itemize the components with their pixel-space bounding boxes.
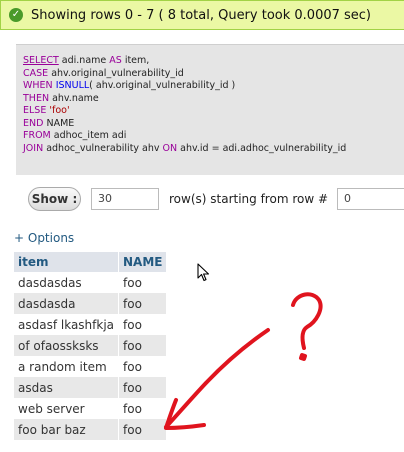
sql-line: SELECT adi.name AS item, bbox=[23, 55, 346, 68]
table-row[interactable]: a random item foo bbox=[14, 356, 168, 377]
sql-token: WHEN bbox=[23, 80, 53, 91]
cell-item: foo bar baz bbox=[14, 419, 120, 440]
sql-token: ELSE bbox=[23, 105, 47, 116]
success-message-text: Showing rows 0 - 7 ( 8 total, Query took… bbox=[31, 8, 372, 23]
mouse-pointer-icon bbox=[197, 263, 210, 282]
sql-line: CASE ahv.original_vulnerability_id bbox=[23, 68, 346, 81]
table-row[interactable]: foo bar baz foo bbox=[14, 419, 168, 440]
cell-name: foo bbox=[118, 419, 168, 440]
sql-token: 'foo' bbox=[49, 105, 70, 116]
sql-token: JOIN bbox=[23, 142, 44, 154]
sql-line: FROM adhoc_item adi bbox=[23, 130, 346, 143]
sql-token: item, bbox=[121, 55, 150, 66]
sql-line: WHEN ISNULL( ahv.original_vulnerability_… bbox=[23, 80, 346, 93]
check-icon: ✓ bbox=[9, 8, 23, 22]
sql-line: END NAME bbox=[23, 118, 346, 131]
sql-line: JOIN adhoc_vulnerability ahv ON ahv.id =… bbox=[23, 143, 346, 156]
question-mark-icon bbox=[291, 292, 323, 350]
cell-name: foo bbox=[118, 398, 168, 419]
arrow-head-icon bbox=[164, 398, 206, 430]
cell-item: web server bbox=[14, 398, 120, 419]
table-row[interactable]: of ofaossksks foo bbox=[14, 335, 168, 356]
cell-item: asdas bbox=[14, 377, 120, 398]
sql-token: SELECT bbox=[23, 55, 59, 66]
sql-token: ahv.id = adi.adhoc_vulnerability_id bbox=[177, 142, 347, 154]
sql-query-box: SELECT adi.name AS item, CASE ahv.origina… bbox=[16, 44, 404, 175]
sql-token: END bbox=[23, 117, 44, 129]
cell-item: dasdasdas bbox=[14, 272, 120, 293]
table-row[interactable]: web server foo bbox=[14, 398, 168, 419]
cell-name: foo bbox=[118, 314, 168, 335]
table-row[interactable]: dasdasdas foo bbox=[14, 272, 168, 293]
sql-token: adhoc_item adi bbox=[50, 130, 127, 141]
table-header-row: item NAME bbox=[14, 252, 168, 272]
sql-token: adhoc_vulnerability ahv bbox=[43, 142, 163, 154]
success-message: ✓ Showing rows 0 - 7 ( 8 total, Query to… bbox=[0, 0, 404, 30]
starting-row-label: row(s) starting from row # bbox=[169, 192, 329, 206]
cell-item: a random item bbox=[14, 356, 120, 377]
sql-token: THEN bbox=[23, 92, 50, 104]
sql-token: NAME bbox=[43, 117, 75, 129]
cell-item: dasdasda bbox=[14, 293, 120, 314]
cell-item: asdasf lkashfkja bbox=[14, 314, 120, 335]
sql-token: adi.name bbox=[58, 55, 110, 66]
sql-token: ( ahv.original_vulnerability_id ) bbox=[89, 80, 236, 91]
cell-name: foo bbox=[118, 293, 168, 314]
sql-token: ahv.name bbox=[49, 92, 99, 104]
sql-token: ISNULL bbox=[55, 80, 90, 91]
cell-name: foo bbox=[118, 272, 168, 293]
arrow-shaft-icon bbox=[164, 328, 270, 429]
rows-count-input[interactable]: 30 bbox=[91, 188, 159, 210]
sql-token: CASE bbox=[23, 67, 49, 79]
table-row[interactable]: dasdasda foo bbox=[14, 293, 168, 314]
sql-line: ELSE 'foo' bbox=[23, 105, 346, 118]
column-header-name[interactable]: NAME bbox=[118, 252, 168, 272]
sql-token: AS bbox=[109, 55, 122, 66]
column-header-item[interactable]: item bbox=[14, 252, 120, 272]
results-table: item NAME dasdasdas foo dasdasda foo asdasf … bbox=[14, 252, 168, 440]
sql-code: SELECT adi.name AS item, CASE ahv.origina… bbox=[23, 55, 346, 155]
sql-token: ON bbox=[162, 142, 178, 154]
table-row[interactable]: asdasf lkashfkja foo bbox=[14, 314, 168, 335]
question-mark-dot-icon bbox=[299, 353, 307, 361]
sql-token: FROM bbox=[23, 130, 51, 141]
show-button[interactable]: Show : bbox=[28, 187, 81, 211]
sql-token: ahv.original_vulnerability_id bbox=[48, 67, 184, 79]
cell-name: foo bbox=[118, 356, 168, 377]
sql-line: THEN ahv.name bbox=[23, 93, 346, 106]
start-row-input[interactable]: 0 bbox=[337, 188, 404, 210]
cell-name: foo bbox=[118, 335, 168, 356]
cell-item: of ofaossksks bbox=[14, 335, 120, 356]
table-row[interactable]: asdas foo bbox=[14, 377, 168, 398]
options-link[interactable]: + Options bbox=[14, 231, 74, 245]
cell-name: foo bbox=[118, 377, 168, 398]
